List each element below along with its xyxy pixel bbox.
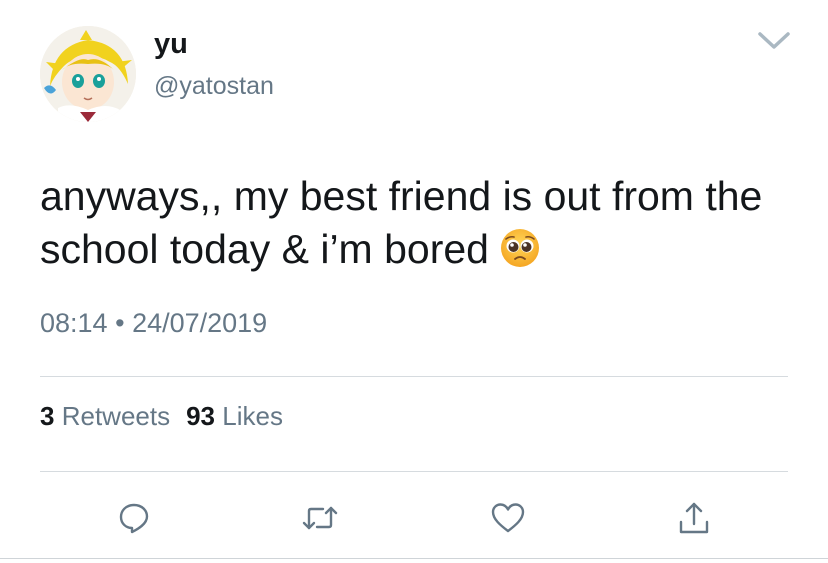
tweet-time: 08:14 xyxy=(40,308,108,338)
reply-icon[interactable] xyxy=(114,498,154,538)
tweet-text: anyways,, my best friend is out from the… xyxy=(40,170,800,276)
tweet-text-content: anyways,, my best friend is out from the… xyxy=(40,173,763,272)
tweet-date: 24/07/2019 xyxy=(132,308,268,338)
likes-count: 93 xyxy=(186,401,216,431)
divider xyxy=(0,558,828,559)
action-bar xyxy=(0,498,828,538)
like-icon[interactable] xyxy=(488,498,528,538)
likes-label: Likes xyxy=(222,401,283,431)
likes-stat[interactable]: 93 Likes xyxy=(186,401,283,431)
divider xyxy=(40,471,788,472)
tweet-timestamp: 08:14 • 24/07/2019 xyxy=(40,308,267,339)
user-handle[interactable]: @yatostan xyxy=(154,72,274,101)
retweet-icon[interactable] xyxy=(300,498,340,538)
retweets-stat[interactable]: 3 Retweets xyxy=(40,401,170,431)
pleading-face-emoji-icon xyxy=(499,227,541,269)
retweets-label: Retweets xyxy=(61,401,171,431)
timestamp-separator: • xyxy=(115,308,125,338)
retweets-count: 3 xyxy=(40,401,55,431)
chevron-down-icon[interactable] xyxy=(754,28,794,52)
avatar-image xyxy=(40,26,136,122)
display-name[interactable]: yu xyxy=(154,28,188,61)
tweet-stats: 3 Retweets 93 Likes xyxy=(40,401,283,432)
share-icon[interactable] xyxy=(674,498,714,538)
avatar[interactable] xyxy=(40,26,136,122)
divider xyxy=(40,376,788,377)
